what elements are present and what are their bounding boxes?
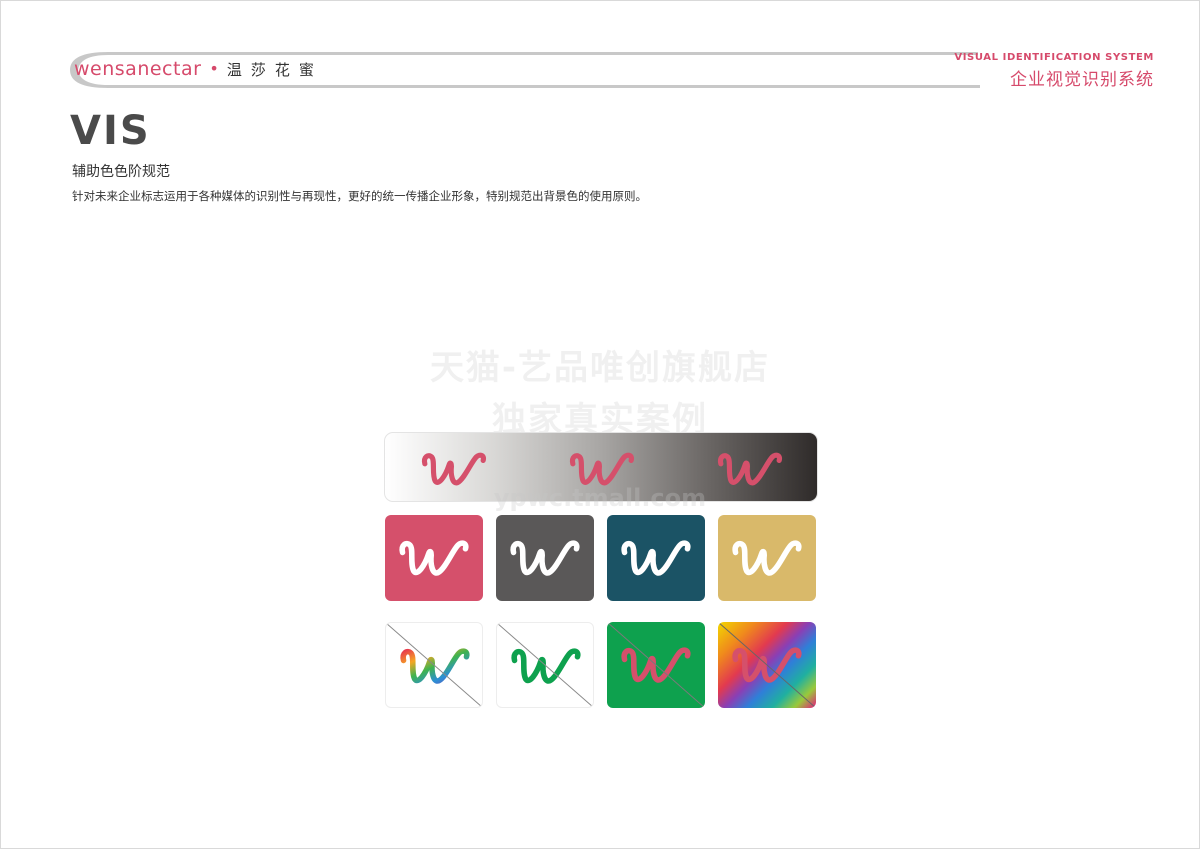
w-script-logo-icon [397, 531, 471, 585]
w-script-logo-icon [619, 531, 693, 585]
swatch-gold [718, 515, 816, 601]
cross-out-line-icon [718, 622, 816, 708]
cross-out-line-icon [497, 623, 593, 707]
page-description: 针对未来企业标志运用于各种媒体的识别性与再现性，更好的统一传播企业形象，特别规范… [72, 189, 647, 203]
cross-out-line-icon [386, 623, 482, 707]
swatch-teal [607, 515, 705, 601]
incorrect-pink-on-rainbow [718, 622, 816, 708]
system-label-en: VISUAL IDENTIFICATION SYSTEM [954, 52, 1154, 63]
brand-latin-name: wensanectar [74, 58, 202, 80]
swatch-pink [385, 515, 483, 601]
incorrect-pink-on-green [607, 622, 705, 708]
brand-logo: wensanectar • 温莎花蜜 [74, 58, 323, 80]
w-script-logo-icon [508, 531, 582, 585]
incorrect-rainbow-logo [385, 622, 483, 708]
w-script-logo-icon [730, 531, 804, 585]
incorrect-green-logo [496, 622, 594, 708]
cross-out-line-icon [607, 622, 705, 708]
system-label: VISUAL IDENTIFICATION SYSTEM 企业视觉识别系统 [954, 52, 1154, 90]
brand-separator-dot: • [209, 59, 219, 78]
watermark-line-3: ypwc.tmall.com [493, 484, 707, 512]
page-subtitle: 辅助色色阶规范 [72, 164, 170, 180]
system-label-cn: 企业视觉识别系统 [1010, 70, 1154, 90]
page-title: VIS [70, 108, 151, 154]
swatch-gray [496, 515, 594, 601]
watermark-line-1: 天猫-艺品唯创旗舰店 [429, 348, 771, 388]
brand-chinese-name: 温莎花蜜 [226, 60, 323, 79]
